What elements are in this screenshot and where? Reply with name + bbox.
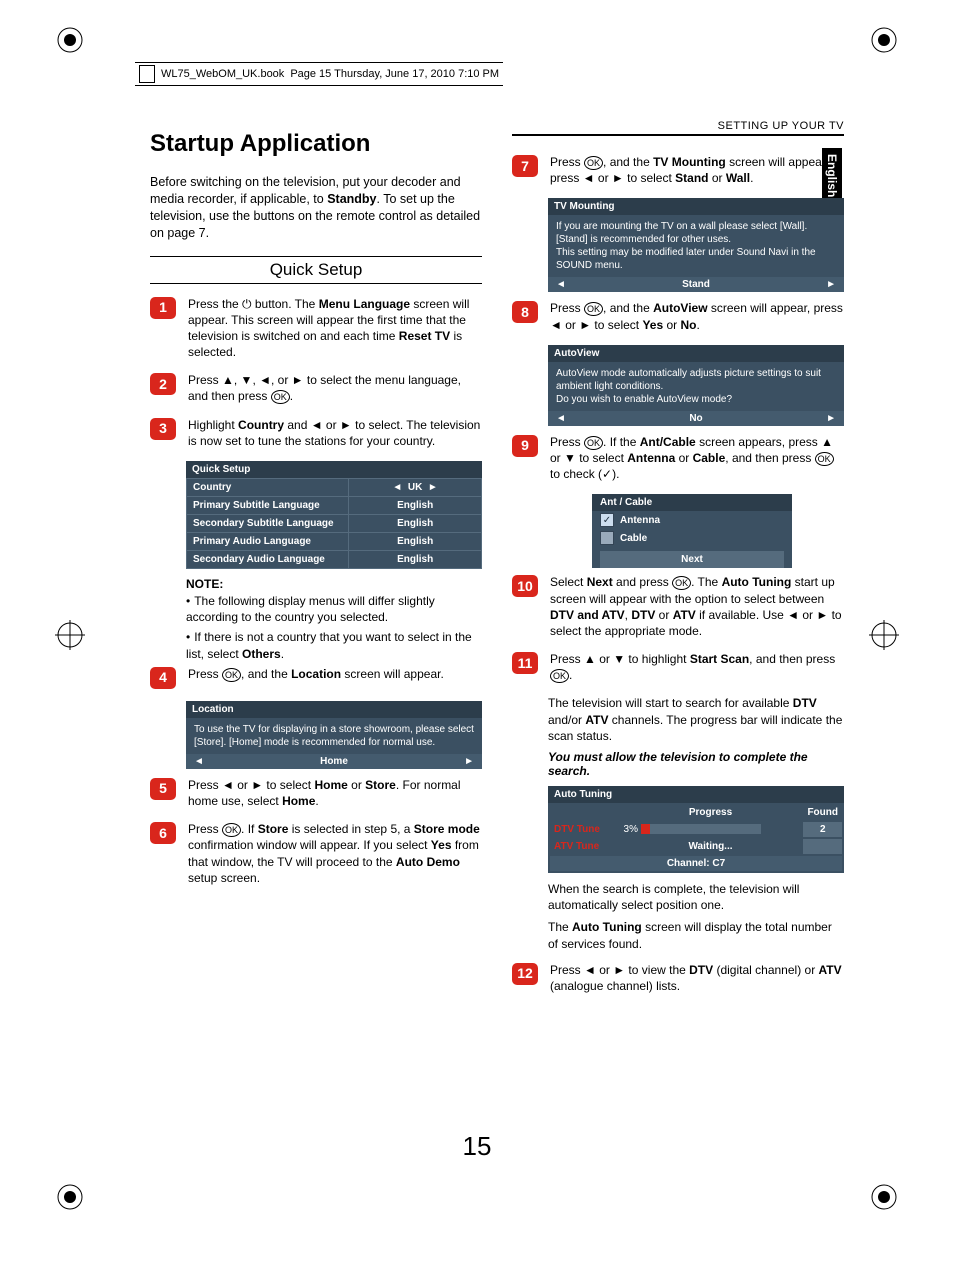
crop-mark-icon [55, 620, 85, 650]
step-number-icon: 7 [512, 155, 538, 177]
crop-mark-icon [869, 620, 899, 650]
step-number-icon: 2 [150, 373, 176, 395]
ok-icon: OK [550, 669, 569, 683]
note-item: If there is not a country that you want … [186, 629, 482, 661]
crop-mark-icon [869, 25, 899, 55]
ok-icon: OK [584, 436, 603, 450]
location-osd: Location To use the TV for displaying in… [186, 701, 482, 769]
ok-icon: OK [222, 668, 241, 682]
option-cable: Cable [592, 529, 792, 547]
ok-icon: OK [584, 156, 603, 170]
tv-mounting-osd: TV Mounting If you are mounting the TV o… [548, 198, 844, 292]
step-6: 6 Press OK. If Store is selected in step… [150, 821, 482, 886]
osd-body: AutoView mode automatically adjusts pict… [548, 362, 844, 411]
step-5: 5 Press ◄ or ► to select Home or Store. … [150, 777, 482, 809]
step-number-icon: 4 [150, 667, 176, 689]
crop-mark-icon [55, 1182, 85, 1212]
checkbox-icon [600, 531, 614, 545]
power-icon: ⏻ [242, 297, 252, 311]
search-complete-note: When the search is complete, the televis… [548, 881, 844, 913]
checkbox-icon: ✓ [600, 513, 614, 527]
tuning-progress-table: ProgressFound DTV Tune 3% 2 ATV Tune Wai… [548, 803, 844, 873]
step-number-icon: 9 [512, 435, 538, 457]
osd-title: Location [186, 701, 482, 718]
step-12: 12 Press ◄ or ► to view the DTV (digital… [512, 962, 844, 994]
osd-selector: ◄Home► [186, 754, 482, 769]
next-button: Next [600, 551, 784, 568]
quick-setup-osd: Quick Setup Country◄ UK ► Primary Subtit… [186, 461, 482, 569]
option-antenna: ✓Antenna [592, 511, 792, 529]
ok-icon: OK [222, 823, 241, 837]
left-column: Startup Application Before switching on … [150, 120, 482, 1006]
step-9: 9 Press OK. If the Ant/Cable screen appe… [512, 434, 844, 483]
header-filename: WL75_WebOM_UK.book [161, 68, 284, 80]
osd-title: AutoView [548, 345, 844, 362]
page: WL75_WebOM_UK.book Page 15 Thursday, Jun… [0, 0, 954, 1267]
ok-icon: OK [815, 452, 834, 466]
ok-icon: OK [271, 390, 290, 404]
section-header: SETTING UP YOUR TV [512, 120, 844, 136]
crop-mark-icon [55, 25, 85, 55]
step-10: 10 Select Next and press OK. The Auto Tu… [512, 574, 844, 639]
osd-body: To use the TV for displaying in a store … [186, 718, 482, 754]
step-3: 3 Highlight Country and ◄ or ► to select… [150, 417, 482, 449]
note-item: The following display menus will differ … [186, 593, 482, 625]
step-number-icon: 8 [512, 301, 538, 323]
osd-selector: ◄No► [548, 411, 844, 426]
step-number-icon: 5 [150, 778, 176, 800]
ok-icon: OK [584, 302, 603, 316]
must-allow-note: You must allow the television to complet… [548, 750, 844, 778]
osd-selector: ◄Stand► [548, 277, 844, 292]
page-number: 15 [0, 1131, 954, 1162]
step-number-icon: 6 [150, 822, 176, 844]
step-number-icon: 3 [150, 418, 176, 440]
right-column: SETTING UP YOUR TV 7 Press OK, and the T… [512, 120, 844, 1006]
osd-title: Quick Setup [186, 461, 482, 478]
intro-text: Before switching on the television, put … [150, 174, 482, 242]
header-meta: Page 15 Thursday, June 17, 2010 7:10 PM [290, 68, 499, 80]
autoview-osd: AutoView AutoView mode automatically adj… [548, 345, 844, 426]
step-11: 11 Press ▲ or ▼ to highlight Start Scan,… [512, 651, 844, 683]
step-2: 2 Press ▲, ▼, ◄, or ► to select the menu… [150, 372, 482, 404]
step-number-icon: 1 [150, 297, 176, 319]
ok-icon: OK [672, 576, 691, 590]
services-found-note: The Auto Tuning screen will display the … [548, 919, 844, 951]
note-list: The following display menus will differ … [186, 593, 482, 662]
content-area: Startup Application Before switching on … [150, 120, 844, 1006]
step-number-icon: 11 [512, 652, 538, 674]
osd-title: Ant / Cable [592, 494, 792, 511]
quick-setup-table: Country◄ UK ► Primary Subtitle LanguageE… [186, 478, 482, 569]
scan-description: The television will start to search for … [548, 695, 844, 744]
book-icon [139, 65, 155, 83]
step-8: 8 Press OK, and the AutoView screen will… [512, 300, 844, 332]
step-1: 1 Press the ⏻ button. The Menu Language … [150, 296, 482, 361]
osd-body: If you are mounting the TV on a wall ple… [548, 215, 844, 277]
crop-mark-icon [869, 1182, 899, 1212]
page-title: Startup Application [150, 130, 482, 158]
osd-title: TV Mounting [548, 198, 844, 215]
quick-setup-heading: Quick Setup [150, 256, 482, 284]
step-number-icon: 12 [512, 963, 538, 985]
ant-cable-osd: Ant / Cable ✓Antenna Cable Next [592, 494, 792, 568]
auto-tuning-osd: Auto Tuning ProgressFound DTV Tune 3% 2 … [548, 786, 844, 873]
step-7: 7 Press OK, and the TV Mounting screen w… [512, 154, 844, 186]
step-number-icon: 10 [512, 575, 538, 597]
framemaker-header: WL75_WebOM_UK.book Page 15 Thursday, Jun… [135, 62, 503, 86]
osd-title: Auto Tuning [548, 786, 844, 803]
note-heading: NOTE: [186, 577, 482, 591]
step-4: 4 Press OK, and the Location screen will… [150, 666, 482, 689]
